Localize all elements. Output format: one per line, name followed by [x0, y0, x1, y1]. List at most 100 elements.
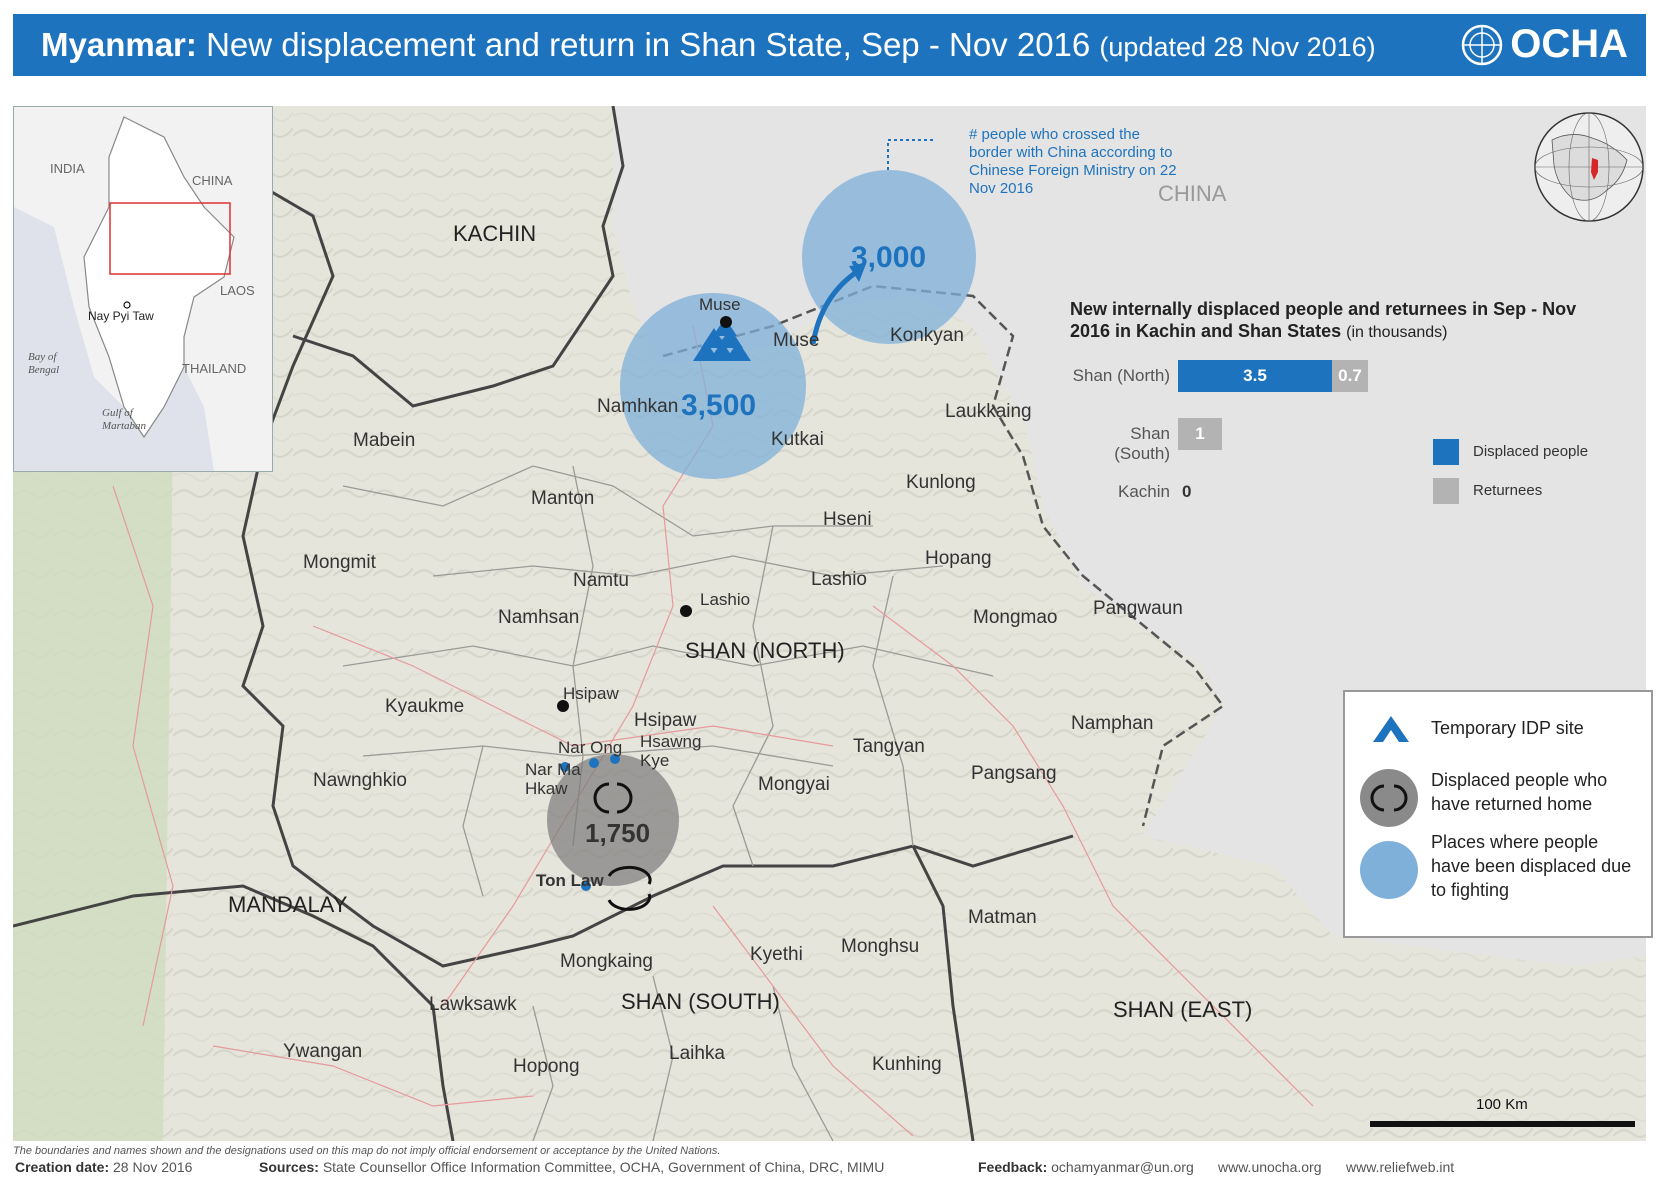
label-tangyan: Tangyan: [853, 736, 925, 757]
legend-chip-displaced: [1433, 439, 1459, 465]
nar-ong-dot: [589, 758, 599, 768]
sources-label: Sources:: [259, 1159, 319, 1175]
chart-bar: 1: [1178, 418, 1222, 450]
label-hsawng-kye: Hsawng Kye: [640, 732, 702, 770]
page-title: Myanmar: New displacement and return in …: [41, 26, 1376, 64]
title-country: Myanmar:: [41, 26, 197, 63]
inset-label-laos: LAOS: [220, 283, 255, 298]
feedback-label: Feedback:: [978, 1159, 1048, 1175]
label-pangwaun: Pangwaun: [1093, 598, 1183, 619]
label-manton: Manton: [531, 488, 595, 509]
scale-label: 100 Km: [1476, 1096, 1528, 1113]
inset-map: INDIA CHINA LAOS THAILAND Nay Pyi Taw Ba…: [13, 106, 273, 472]
label-matman: Matman: [968, 907, 1037, 928]
legend-returnees-label: Returnees: [1473, 482, 1543, 499]
label-pangsang: Pangsang: [971, 763, 1057, 784]
chart-panel: New internally displaced people and retu…: [1070, 298, 1590, 344]
label-hopang: Hopang: [925, 548, 992, 569]
bubble-displaced-muse: [620, 293, 806, 479]
label-kutkai: Kutkai: [771, 429, 824, 450]
label-nawnghkio: Nawnghkio: [313, 770, 407, 791]
creation-label: Creation date:: [15, 1159, 110, 1175]
crossed-china-value: 3,000: [851, 241, 927, 274]
reliefweb-link[interactable]: www.reliefweb.int: [1346, 1159, 1454, 1175]
legend-idp-site: Temporary IDP site: [1431, 718, 1584, 738]
label-hopong: Hopong: [513, 1056, 580, 1077]
un-emblem-icon: [1461, 24, 1503, 65]
chart-category-label: Shan (South): [1114, 424, 1170, 463]
muse-town-dot: [720, 316, 732, 328]
china-crossing-note: # people who crossed the border with Chi…: [969, 126, 1177, 197]
chart-zero-label: 0: [1182, 482, 1192, 501]
label-kunlong: Kunlong: [906, 472, 976, 493]
label-monghsu: Monghsu: [841, 936, 920, 957]
map-legend: Temporary IDP site Displaced people who …: [1343, 690, 1653, 938]
label-mongmit: Mongmit: [303, 552, 376, 573]
displaced-area-icon: [1360, 841, 1418, 899]
lashio-town-dot: [680, 605, 692, 617]
label-lashio: Lashio: [811, 569, 867, 590]
chart-unit: (in thousands): [1346, 324, 1448, 341]
inset-label-gulf: Gulf of Martaban: [102, 407, 146, 432]
label-muse: Muse: [773, 330, 820, 351]
label-konkyan: Konkyan: [890, 325, 964, 346]
label-hseni: Hseni: [823, 509, 872, 530]
inset-label-capital: Nay Pyi Taw: [88, 309, 154, 323]
label-hsipaw-town: Hsipaw: [563, 684, 619, 703]
label-laukkaing: Laukkaing: [945, 401, 1032, 422]
label-namhkan: Namhkan: [597, 396, 679, 417]
unocha-link[interactable]: www.unocha.org: [1218, 1159, 1322, 1175]
legend-returned: Displaced people who have returned home: [1431, 770, 1608, 814]
label-mongyai: Mongyai: [758, 774, 830, 795]
label-nar-ong: Nar Ong: [558, 738, 623, 757]
chart-title: New internally displaced people and retu…: [1070, 298, 1590, 344]
displaced-muse-value: 3,500: [681, 389, 757, 422]
creation-value: 28 Nov 2016: [113, 1159, 193, 1175]
label-hsipaw: Hsipaw: [634, 710, 697, 731]
chart-bar: 3.5: [1178, 360, 1332, 392]
legend-displaced: Places where people have been displaced …: [1431, 832, 1632, 900]
label-namhsan: Namhsan: [498, 607, 580, 628]
returned-home-icon: [1360, 769, 1418, 827]
label-lashio-town: Lashio: [700, 590, 751, 609]
label-namtu: Namtu: [573, 570, 629, 591]
label-nar-ma-hkaw: Nar Ma Hkaw: [525, 760, 581, 798]
label-mabein: Mabein: [353, 430, 416, 451]
label-kunhing: Kunhing: [872, 1054, 942, 1075]
title-updated: (updated 28 Nov 2016): [1099, 32, 1376, 62]
label-mongmao: Mongmao: [973, 607, 1058, 628]
returned-hsipaw-value: 1,750: [585, 818, 651, 848]
feedback-email-link[interactable]: ochamyanmar@un.org: [1051, 1159, 1194, 1175]
label-mongkaing: Mongkaing: [560, 951, 653, 972]
logo-text: OCHA: [1510, 22, 1628, 66]
label-namphan: Namphan: [1071, 713, 1154, 734]
label-ton-law: Ton Law: [536, 871, 604, 890]
inset-label-bay: Bay of Bengal: [28, 351, 60, 376]
title-main: New displacement and return in Shan Stat…: [206, 26, 1091, 63]
chart-bar: 0.7: [1332, 360, 1368, 392]
region-kachin: KACHIN: [453, 221, 537, 246]
region-mandalay: MANDALAY: [228, 892, 348, 917]
chart-category-label: Kachin: [1118, 482, 1170, 501]
label-kyethi: Kyethi: [750, 944, 803, 965]
ocha-logo: OCHA: [1460, 22, 1628, 67]
lowland-area: [13, 436, 173, 1141]
label-lawksawk: Lawksawk: [429, 994, 517, 1015]
title-bar: Myanmar: New displacement and return in …: [13, 14, 1646, 76]
legend-chip-returnees: [1433, 478, 1459, 504]
legend-displaced-label: Displaced people: [1473, 443, 1589, 460]
idp-tent-icon: [1373, 716, 1409, 742]
chart-category-label: Shan (North): [1072, 366, 1170, 385]
inset-label-thailand: THAILAND: [182, 361, 247, 376]
label-muse-town: Muse: [699, 295, 741, 314]
sources-value: State Counsellor Office Information Comm…: [322, 1159, 885, 1175]
label-kyaukme: Kyaukme: [385, 696, 465, 717]
region-shan-north: SHAN (NORTH): [685, 638, 845, 663]
region-shan-south: SHAN (SOUTH): [621, 989, 780, 1014]
inset-label-china: CHINA: [192, 173, 233, 188]
region-shan-east: SHAN (EAST): [1113, 997, 1253, 1022]
disclaimer: The boundaries and names shown and the d…: [13, 1145, 721, 1157]
label-ywangan: Ywangan: [283, 1041, 363, 1062]
inset-label-india: INDIA: [50, 161, 85, 176]
chart-title-text: New internally displaced people and retu…: [1070, 299, 1577, 341]
